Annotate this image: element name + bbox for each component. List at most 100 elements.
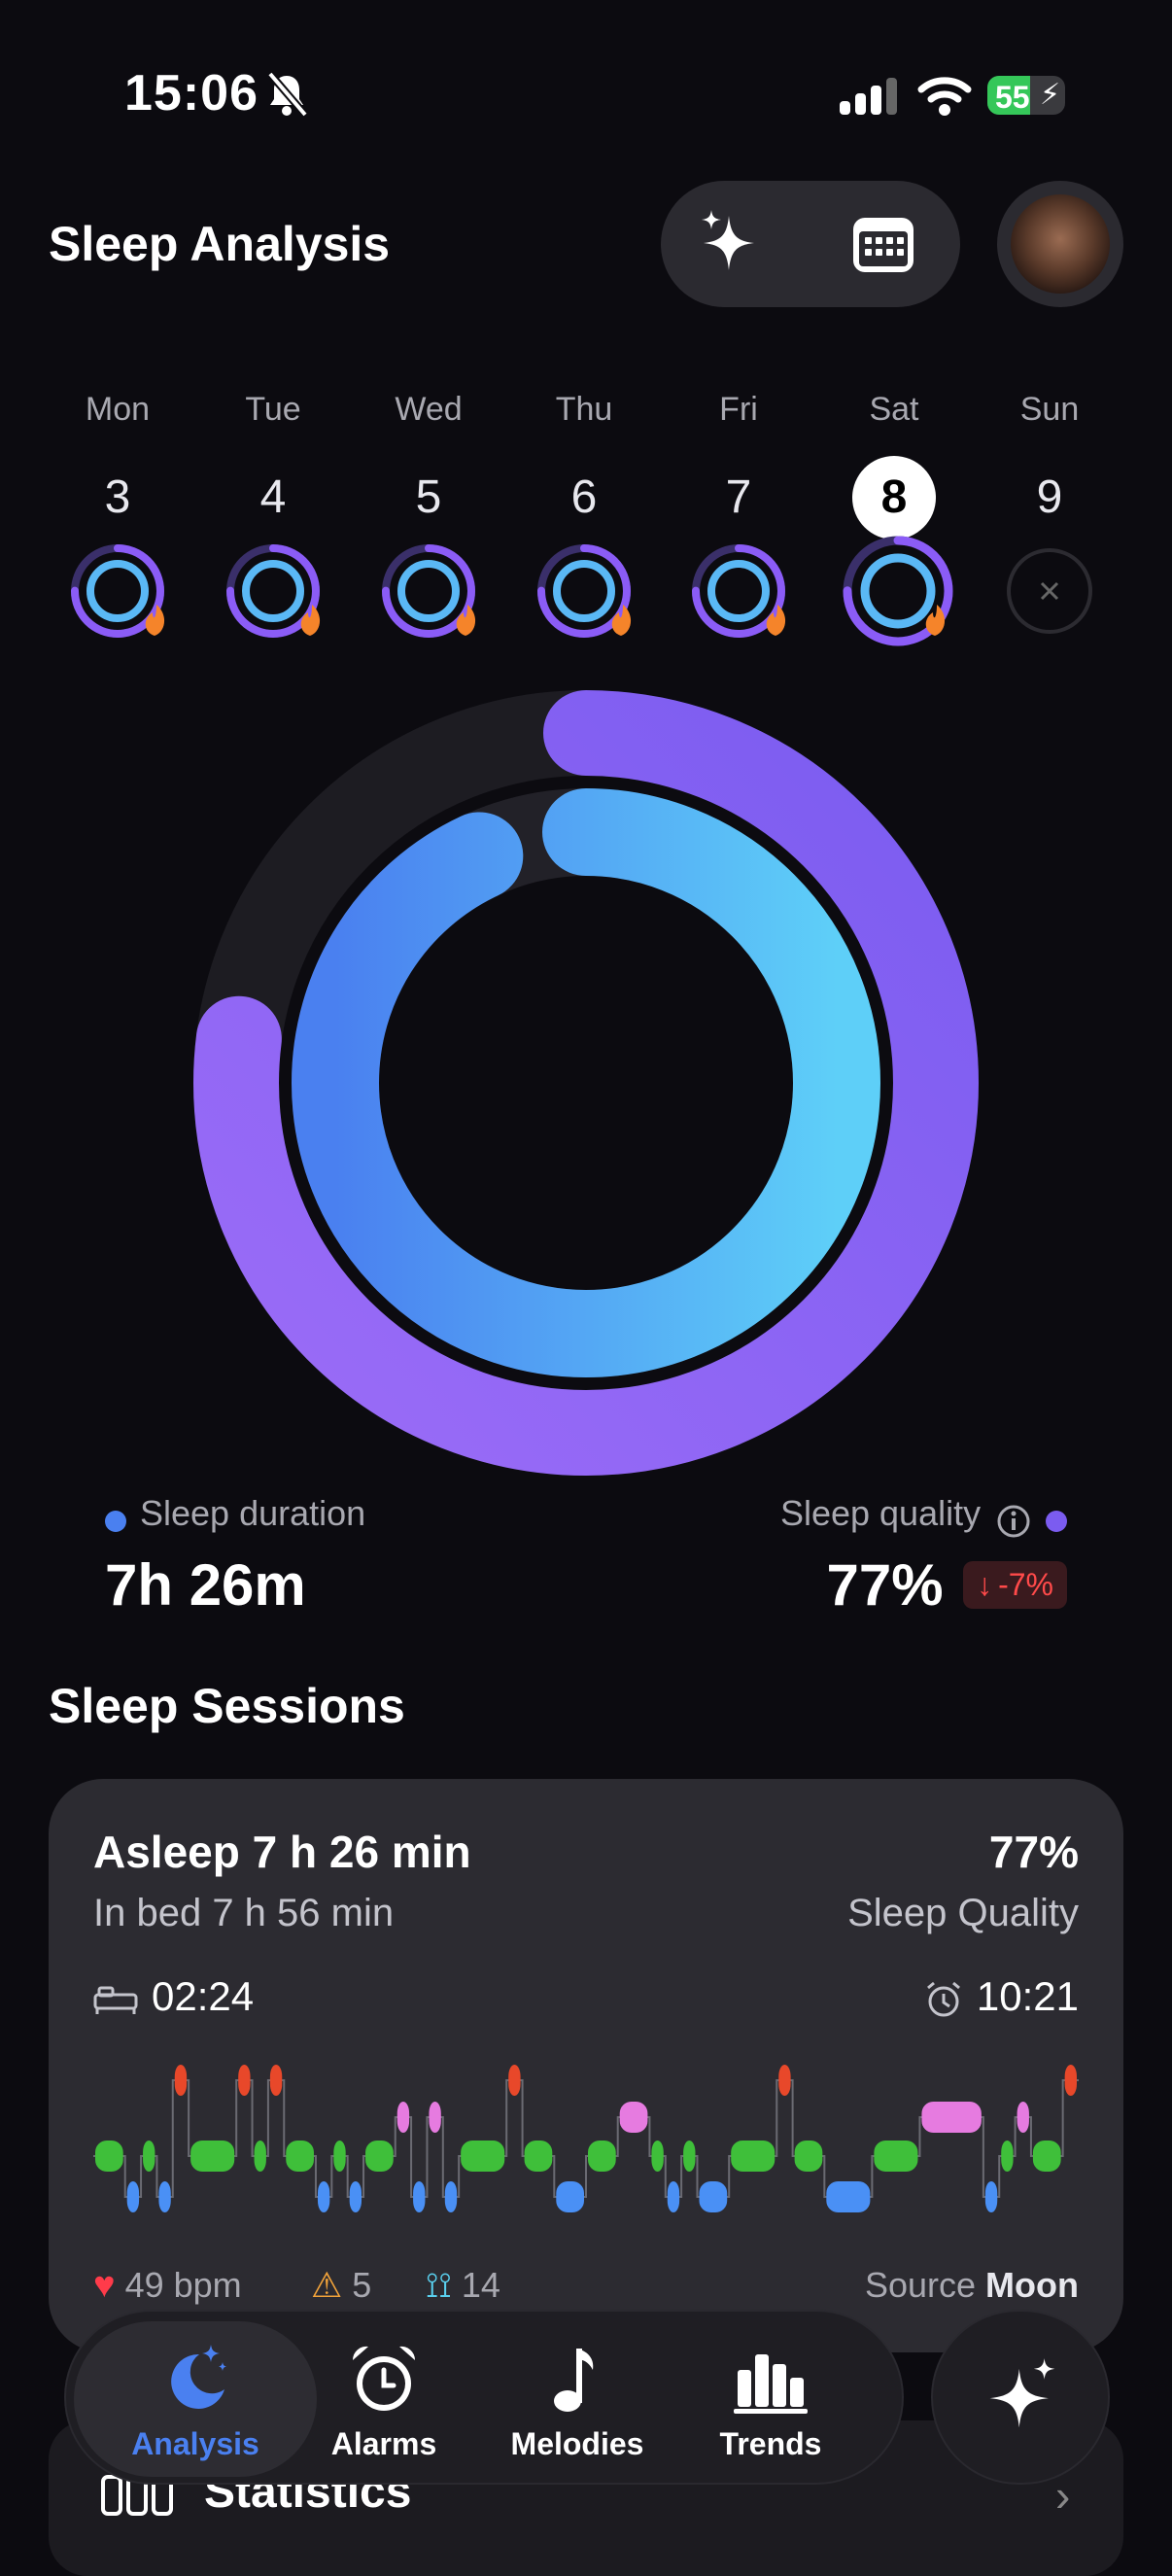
- no-data-icon: [1007, 548, 1092, 634]
- warning-icon: ⚠: [311, 2265, 343, 2305]
- battery-indicator: 55 ⚡: [987, 76, 1065, 115]
- stage-light: [651, 2141, 664, 2172]
- breathing: ⟟⟟ 14: [426, 2265, 500, 2305]
- day-date: 5: [415, 471, 442, 523]
- stage-deep: [984, 2181, 998, 2212]
- asleep-duration: Asleep 7 h 26 min: [93, 1827, 471, 1877]
- day-sleep-ring-icon: [537, 544, 632, 638]
- stage-awake: [269, 2065, 283, 2096]
- page-title: Sleep Analysis: [49, 217, 391, 271]
- tab-analysis[interactable]: Analysis: [98, 2341, 293, 2462]
- avatar[interactable]: [997, 181, 1123, 307]
- heart-rate: ♥ 49 bpm: [93, 2265, 242, 2306]
- hypnogram-chart: [93, 2065, 1079, 2212]
- arrow-down-icon: ↓: [977, 1567, 993, 1602]
- day-name: Sun: [1019, 391, 1080, 428]
- cellular-signal-icon: [840, 78, 897, 115]
- day-date: 8: [852, 456, 936, 540]
- stage-deep: [413, 2181, 426, 2212]
- day-sleep-ring-icon: [71, 544, 165, 638]
- stage-awake: [174, 2065, 188, 2096]
- calendar-icon[interactable]: [851, 214, 915, 274]
- stage-light: [524, 2141, 553, 2172]
- stage-light: [365, 2141, 394, 2172]
- day-name: Tue: [245, 391, 301, 428]
- session-quality-label: Sleep Quality: [847, 1892, 1079, 1934]
- day-date: 7: [725, 471, 752, 523]
- stage-light: [794, 2141, 823, 2172]
- bed-time-row: 02:24: [93, 1973, 254, 2020]
- stage-awake: [778, 2065, 791, 2096]
- day-name: Sat: [869, 391, 919, 428]
- stage-deep: [556, 2181, 584, 2212]
- stage-light: [286, 2141, 314, 2172]
- day-mon[interactable]: Mon 3: [59, 391, 176, 540]
- status-time: 15:06: [124, 65, 259, 122]
- day-wed[interactable]: Wed 5: [370, 391, 487, 540]
- stage-rem: [396, 2102, 410, 2133]
- stage-rem: [1017, 2102, 1029, 2133]
- quality-label: Sleep quality: [779, 1493, 982, 1533]
- quality-value-row: 77% ↓ -7%: [827, 1551, 1067, 1619]
- quality-value: 77%: [826, 1552, 944, 1618]
- quality-label-row: Sleep quality: [780, 1493, 1067, 1540]
- wake-time-row: 10:21: [924, 1973, 1079, 2020]
- stage-deep: [317, 2181, 330, 2212]
- tab-trends[interactable]: Trends: [673, 2341, 868, 2462]
- stage-deep: [444, 2181, 458, 2212]
- hypnogram-connector: [93, 2079, 1079, 2198]
- stage-rem: [429, 2102, 441, 2133]
- sleep-session-card[interactable]: Asleep 7 h 26 min 77% In bed 7 h 56 min …: [49, 1779, 1123, 2352]
- charging-bolt-icon: ⚡: [1040, 79, 1061, 111]
- bell-muted-icon: [266, 71, 309, 118]
- stage-light: [254, 2141, 266, 2172]
- ai-sparkle-icon[interactable]: [694, 206, 770, 282]
- stage-light: [333, 2141, 346, 2172]
- day-sat[interactable]: Sat 8: [836, 391, 952, 540]
- lungs-icon: ⟟⟟: [426, 2265, 452, 2305]
- sleep-duration-ring: [292, 788, 880, 1377]
- sleep-rings: [193, 690, 979, 1476]
- stage-awake: [508, 2065, 521, 2096]
- day-sleep-ring-icon: [692, 544, 786, 638]
- day-date: 3: [104, 471, 131, 523]
- section-title-sleep-sessions: Sleep Sessions: [49, 1679, 405, 1733]
- day-sun[interactable]: Sun 9: [991, 391, 1108, 540]
- day-name: Thu: [555, 391, 613, 428]
- stage-rem: [619, 2102, 648, 2133]
- day-date: 4: [259, 471, 287, 523]
- stage-deep: [667, 2181, 680, 2212]
- stage-awake: [1064, 2065, 1077, 2096]
- duration-label-row: Sleep duration: [105, 1493, 365, 1534]
- tab-melodies[interactable]: Melodies: [480, 2341, 674, 2462]
- day-sleep-ring-icon: [382, 544, 476, 638]
- stage-light: [143, 2141, 155, 2172]
- alarm-clock-icon: [926, 1981, 960, 2017]
- wifi-icon: [917, 77, 972, 116]
- wake-time: 10:21: [976, 1973, 1079, 2019]
- day-fri[interactable]: Fri 7: [680, 391, 797, 540]
- day-date: 9: [1036, 471, 1063, 523]
- stage-light: [461, 2141, 505, 2172]
- session-quality-value: 77%: [988, 1827, 1079, 1877]
- music-note-icon: [554, 2349, 594, 2412]
- ai-assistant-button[interactable]: [931, 2310, 1110, 2485]
- quality-change-badge: ↓ -7%: [963, 1561, 1067, 1609]
- stage-light: [731, 2141, 776, 2172]
- stage-light: [1032, 2141, 1061, 2172]
- day-name: Fri: [719, 391, 758, 428]
- day-tue[interactable]: Tue 4: [215, 391, 331, 540]
- header-actions: [661, 181, 960, 307]
- stage-light: [1001, 2141, 1014, 2172]
- heart-icon: ♥: [93, 2265, 116, 2306]
- tab-alarms[interactable]: Alarms: [287, 2341, 481, 2462]
- alarm-icon: [352, 2346, 416, 2411]
- day-thu[interactable]: Thu 6: [526, 391, 642, 540]
- stage-light: [588, 2141, 616, 2172]
- stage-light: [683, 2141, 696, 2172]
- stage-awake: [238, 2065, 251, 2096]
- stage-deep: [699, 2181, 728, 2212]
- day-name: Mon: [85, 391, 151, 428]
- day-name: Wed: [395, 391, 463, 428]
- info-icon[interactable]: [995, 1503, 1032, 1540]
